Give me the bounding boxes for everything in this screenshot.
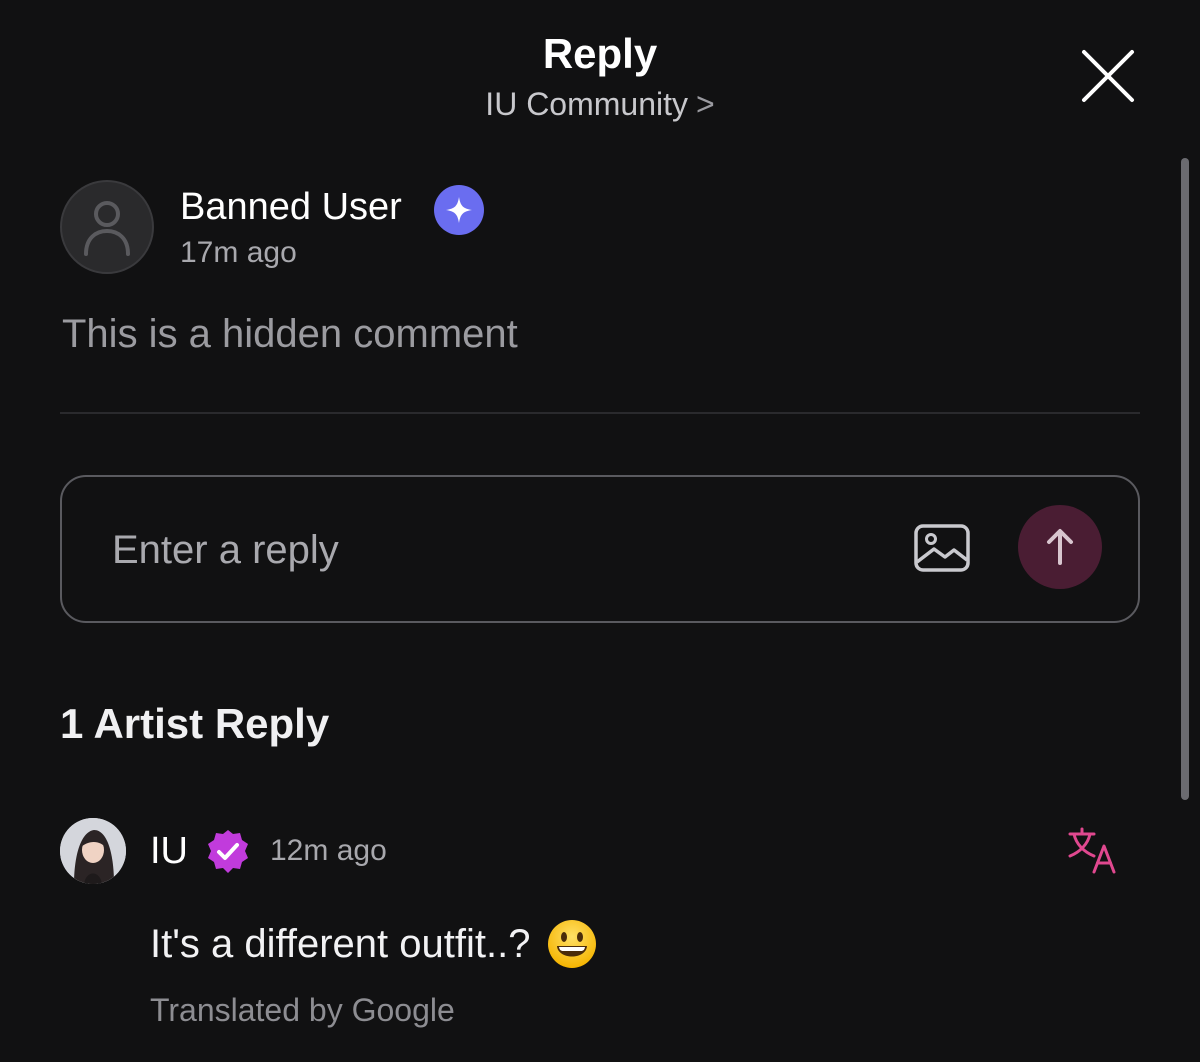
translate-icon[interactable] (1066, 826, 1122, 876)
verified-badge (204, 828, 252, 876)
verified-badge-icon (208, 830, 248, 873)
grinning-face-emoji (548, 920, 597, 968)
close-icon[interactable] (1078, 46, 1138, 106)
send-button[interactable] (1018, 505, 1102, 589)
artist-reply-time: 12m ago (270, 834, 387, 867)
hidden-comment-text: This is a hidden comment (62, 312, 518, 356)
star-badge (434, 185, 484, 235)
post-author-name[interactable]: Banned User (180, 186, 402, 229)
divider (60, 412, 1140, 414)
avatar[interactable] (60, 180, 154, 274)
attach-image-button[interactable] (912, 519, 972, 579)
artist-name[interactable]: IU (150, 830, 188, 873)
reply-box (60, 475, 1140, 623)
artist-reply-text-content: It's a different outfit..? (150, 921, 531, 966)
close-button[interactable] (1078, 46, 1138, 106)
scrollbar[interactable] (1181, 158, 1189, 800)
community-link[interactable]: IU Community > (0, 86, 1200, 123)
image-icon[interactable] (912, 519, 972, 579)
artist-reply-heading: 1 Artist Reply (60, 700, 330, 747)
post-time: 17m ago (180, 236, 297, 269)
artist-photo (60, 818, 126, 884)
artist-reply-text: It's a different outfit..? (150, 918, 598, 970)
artist-avatar[interactable] (60, 818, 126, 884)
chevron-right-icon: > (696, 86, 715, 122)
translate-button[interactable] (1066, 826, 1122, 876)
community-name[interactable]: IU Community (485, 86, 688, 122)
user-silhouette-icon (84, 201, 130, 256)
translated-by-label: Translated by Google (150, 992, 455, 1028)
header-title: Reply (542, 30, 658, 77)
star-badge-icon (446, 197, 472, 223)
reply-input[interactable] (110, 517, 854, 583)
arrow-up-icon[interactable] (1043, 527, 1077, 567)
